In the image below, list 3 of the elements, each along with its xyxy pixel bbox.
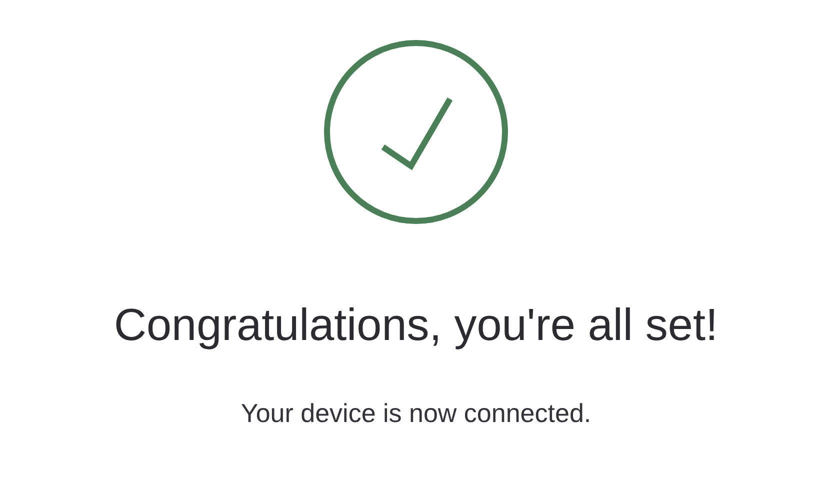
success-message: Your device is now connected. bbox=[240, 397, 592, 429]
success-title: Congratulations, you're all set! bbox=[114, 298, 718, 352]
checkmark-circle-icon bbox=[323, 39, 509, 225]
